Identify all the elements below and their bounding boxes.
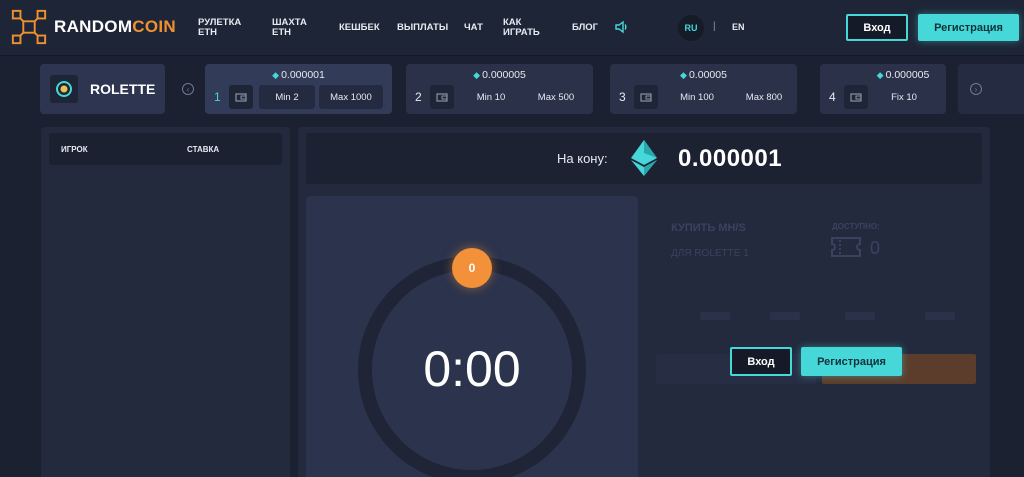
- eth-icon: ◆: [876, 70, 884, 80]
- room-price: ◆ 0.000005: [876, 69, 930, 81]
- top-navigation-bar: RANDOMCOIN РУЛЕТКА ETH ШАХТА ETH КЕШБЕК ВЫ…: [0, 0, 1024, 56]
- countdown-timer: 0:00: [423, 341, 521, 397]
- room-min: Min 2: [259, 85, 315, 109]
- ethereum-icon: [631, 140, 657, 176]
- speaker-icon[interactable]: [614, 19, 630, 35]
- nav-blog[interactable]: БЛОГ: [572, 0, 598, 56]
- eth-icon: ◆: [272, 70, 280, 80]
- players-panel: ИГРОК СТАВКА: [41, 127, 290, 477]
- wallet-icon: [844, 85, 868, 109]
- faded-option: [700, 312, 730, 320]
- room-number: 1: [214, 90, 221, 104]
- room-card-2[interactable]: ◆ 0.000005 2 Min 10 Max 500: [406, 64, 593, 114]
- room-fix: Fix 10: [891, 91, 917, 103]
- nav-payouts[interactable]: ВЫПЛАТЫ: [397, 0, 448, 56]
- buy-subtitle: ДЛЯ ROLETTE 1: [671, 248, 749, 259]
- eth-icon: ◆: [473, 70, 481, 80]
- language-separator: |: [713, 21, 716, 32]
- buy-panel: [646, 196, 982, 477]
- pot-label: На кону:: [557, 151, 608, 166]
- room-max: Max 800: [745, 91, 783, 103]
- logo[interactable]: RANDOMCOIN: [10, 8, 176, 46]
- faded-option: [925, 312, 955, 320]
- players-table-header: ИГРОК СТАВКА: [49, 133, 282, 165]
- eth-icon: ◆: [680, 70, 687, 80]
- room-card-4[interactable]: ◆ 0.000005 4 Fix 10: [820, 64, 946, 114]
- rooms-next-arrow-icon[interactable]: ›: [970, 83, 982, 95]
- wallet-icon: [634, 85, 658, 109]
- overlay-register-button[interactable]: Регистрация: [801, 347, 902, 376]
- nav-cashback[interactable]: КЕШБЕК: [339, 0, 380, 56]
- overlay-login-button[interactable]: Вход: [730, 347, 792, 376]
- room-number: 2: [415, 90, 422, 104]
- room-min: Min 10: [476, 91, 506, 103]
- room-price: ◆ 0.000005: [473, 69, 526, 81]
- nav-roulette-eth[interactable]: РУЛЕТКА ETH: [198, 0, 241, 56]
- nav-mine-eth[interactable]: ШАХТА ETH: [272, 0, 307, 56]
- pot-value: 0.000001: [678, 145, 783, 172]
- room-max: Max 1000: [319, 85, 383, 109]
- nav-how-to-play[interactable]: КАК ИГРАТЬ: [503, 0, 540, 56]
- available-label: ДОСТУПНО:: [832, 222, 880, 231]
- faded-option: [770, 312, 800, 320]
- room-max: Max 500: [537, 91, 575, 103]
- language-en[interactable]: EN: [732, 22, 745, 32]
- column-bet: СТАВКА: [187, 145, 220, 154]
- buy-title: КУПИТЬ MH/S: [671, 222, 746, 234]
- nav-chat[interactable]: ЧАТ: [464, 0, 483, 56]
- room-price: ◆ 0.00005: [680, 69, 727, 81]
- participants-count-badge: 0: [452, 248, 492, 288]
- available-value: 0: [870, 238, 881, 258]
- faded-option: [845, 312, 875, 320]
- room-min: Min 100: [680, 91, 714, 103]
- language-ru[interactable]: RU: [678, 15, 704, 41]
- room-card-peek[interactable]: [958, 64, 1024, 114]
- ticket-icon: [831, 237, 861, 257]
- register-button[interactable]: Регистрация: [918, 14, 1019, 41]
- logo-text: RANDOMCOIN: [54, 17, 176, 36]
- room-number: 4: [829, 90, 836, 104]
- logo-cube-icon: [11, 9, 47, 45]
- wallet-icon: [229, 85, 253, 109]
- game-name: ROLETTE: [90, 81, 156, 97]
- rooms-prev-arrow-icon[interactable]: ‹: [182, 83, 194, 95]
- login-button[interactable]: Вход: [846, 14, 908, 41]
- room-number: 3: [619, 90, 626, 104]
- wallet-icon: [430, 85, 454, 109]
- game-selector[interactable]: ROLETTE: [40, 64, 165, 114]
- room-price: ◆ 0.000001: [272, 69, 325, 81]
- roulette-icon: [50, 75, 78, 103]
- room-card-3[interactable]: ◆ 0.00005 3 Min 100 Max 800: [610, 64, 797, 114]
- column-player: ИГРОК: [61, 145, 88, 154]
- room-card-1[interactable]: ◆ 0.000001 1 Min 2 Max 1000: [205, 64, 392, 114]
